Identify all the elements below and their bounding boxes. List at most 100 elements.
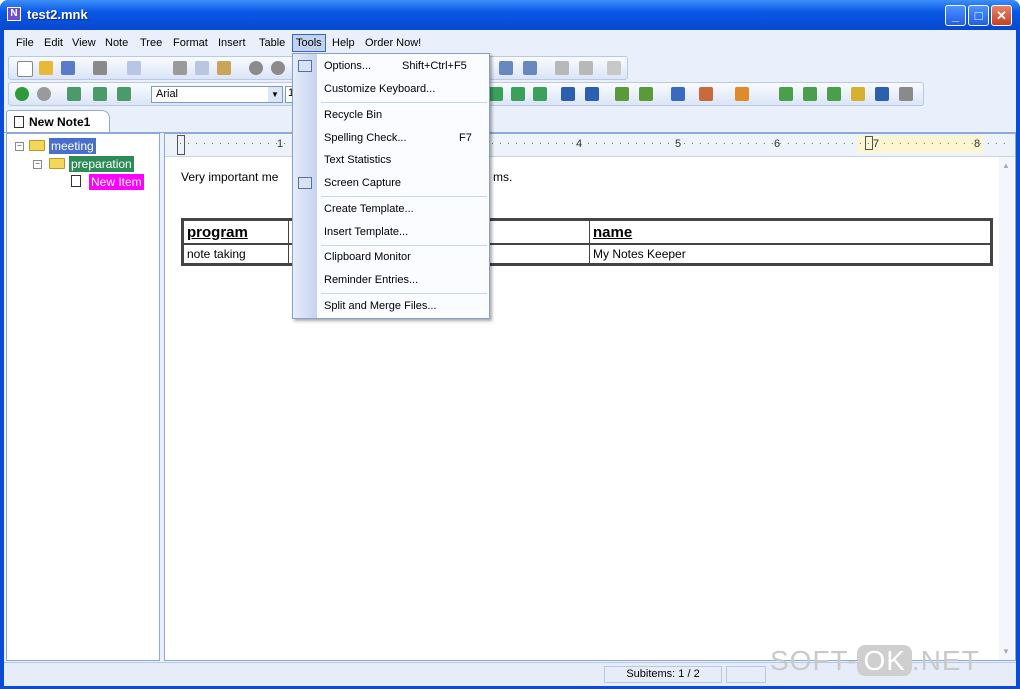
menu-item-clipboard-monitor[interactable]: Clipboard Monitor: [324, 251, 411, 263]
ruler-number: 8: [974, 138, 981, 150]
title-bar[interactable]: N test2.mnk _ □ ✕: [0, 0, 1020, 30]
collapse-icon[interactable]: −: [15, 142, 24, 151]
menu-edit[interactable]: Edit: [41, 34, 66, 52]
close-button[interactable]: ✕: [991, 5, 1012, 26]
node-sort-icon[interactable]: [851, 87, 865, 101]
save-icon[interactable]: [61, 61, 75, 75]
tree-icon[interactable]: [523, 61, 537, 75]
tree-node-new-item[interactable]: New Item: [89, 174, 144, 190]
scroll-up-icon[interactable]: ▲: [1001, 161, 1011, 170]
ruler-number: 6: [774, 138, 781, 150]
forward-icon[interactable]: [37, 87, 51, 101]
menu-item-create-template[interactable]: Create Template...: [324, 203, 414, 215]
tree-node-preparation[interactable]: preparation: [69, 156, 134, 172]
menu-help[interactable]: Help: [329, 34, 358, 52]
bullets-icon[interactable]: [561, 87, 575, 101]
align-right-icon[interactable]: [533, 87, 547, 101]
properties-icon[interactable]: [899, 87, 913, 101]
menu-separator: [321, 196, 487, 197]
node-down-icon[interactable]: [827, 87, 841, 101]
menu-separator: [321, 102, 487, 103]
numbering-icon[interactable]: [585, 87, 599, 101]
node-up-icon[interactable]: [803, 87, 817, 101]
menu-item-screen-capture[interactable]: Screen Capture: [324, 177, 401, 189]
menu-item-text-statistics[interactable]: Text Statistics: [324, 154, 391, 166]
align-left-icon[interactable]: [489, 87, 503, 101]
menu-note[interactable]: Note: [102, 34, 131, 52]
font-dialog-icon[interactable]: [671, 87, 685, 101]
copy-icon[interactable]: [195, 61, 209, 75]
chart-icon[interactable]: [579, 61, 593, 75]
undo-icon[interactable]: [249, 61, 263, 75]
watermark-text: SOFT-: [770, 645, 858, 676]
maximize-button[interactable]: □: [968, 5, 989, 26]
cut-icon[interactable]: [173, 61, 187, 75]
collapse-icon[interactable]: −: [33, 160, 42, 169]
tab-new-note1[interactable]: New Note1: [6, 110, 110, 132]
watermark-ok: OK: [857, 645, 912, 676]
menu-item-reminder-entries[interactable]: Reminder Entries...: [324, 274, 418, 286]
menu-item-insert-template[interactable]: Insert Template...: [324, 226, 408, 238]
spell-status-icon[interactable]: [726, 666, 766, 683]
menu-item-spelling-check[interactable]: Spelling Check...: [324, 132, 407, 144]
minimize-button[interactable]: _: [945, 5, 966, 26]
menu-separator: [321, 245, 487, 246]
add-child-icon[interactable]: [93, 87, 107, 101]
menu-item-customize-keyboard[interactable]: Customize Keyboard...: [324, 83, 435, 95]
table-header-cell[interactable]: program: [183, 220, 289, 244]
client-area: File Edit View Note Tree Format Insert T…: [4, 30, 1016, 686]
note-tabs: New Note1: [4, 110, 1016, 133]
vertical-scrollbar[interactable]: ▲ ▼: [999, 157, 1014, 660]
grid-icon[interactable]: [607, 61, 621, 75]
new-icon[interactable]: [17, 61, 33, 77]
chevron-down-icon: ▼: [268, 87, 282, 102]
font-color-icon[interactable]: [735, 87, 749, 101]
watermark-logo: SOFT- OK .NET: [770, 645, 980, 677]
add-node-icon[interactable]: [67, 87, 81, 101]
scroll-down-icon[interactable]: ▼: [1001, 647, 1011, 656]
back-icon[interactable]: [15, 87, 29, 101]
right-indent-marker[interactable]: [865, 136, 873, 150]
note-icon: [71, 175, 81, 187]
print-icon[interactable]: [93, 61, 107, 75]
app-icon: N: [7, 7, 21, 21]
left-indent-marker[interactable]: [177, 135, 185, 155]
folder-icon: [29, 140, 45, 151]
menu-table[interactable]: Table: [256, 34, 288, 52]
delete-node-icon[interactable]: [117, 87, 131, 101]
menu-separator: [321, 293, 487, 294]
ruler-number: 4: [576, 138, 583, 150]
table-cell[interactable]: note taking: [183, 244, 289, 264]
outdent-icon[interactable]: [615, 87, 629, 101]
align-icon[interactable]: [499, 61, 513, 75]
menu-tools[interactable]: Tools: [292, 34, 326, 52]
menu-file[interactable]: File: [13, 34, 37, 52]
indent-more-icon[interactable]: [639, 87, 653, 101]
font-name-select[interactable]: Arial ▼: [151, 86, 283, 103]
menu-tree[interactable]: Tree: [137, 34, 165, 52]
redo-icon[interactable]: [271, 61, 285, 75]
menu-view[interactable]: View: [69, 34, 99, 52]
indent-icon[interactable]: [555, 61, 569, 75]
menu-item-split-merge[interactable]: Split and Merge Files...: [324, 300, 437, 312]
tab-label: New Note1: [29, 115, 91, 129]
options-icon: [298, 60, 312, 72]
note-text-end: ms.: [493, 170, 513, 184]
highlight-icon[interactable]: [699, 87, 713, 101]
tools-menu: Options... Shift+Ctrl+F5 Customize Keybo…: [292, 53, 490, 319]
menu-insert[interactable]: Insert: [215, 34, 249, 52]
window-title: test2.mnk: [27, 7, 88, 22]
paste-icon[interactable]: [217, 61, 231, 75]
menu-item-recycle-bin[interactable]: Recycle Bin: [324, 109, 382, 121]
menu-format[interactable]: Format: [170, 34, 211, 52]
align-center-icon[interactable]: [511, 87, 525, 101]
table-header-cell[interactable]: name: [589, 220, 991, 244]
export-icon[interactable]: [127, 61, 141, 75]
node-move-icon[interactable]: [779, 87, 793, 101]
menu-item-options[interactable]: Options...: [324, 60, 371, 72]
tree-node-meeting[interactable]: meeting: [49, 138, 96, 154]
menu-order-now[interactable]: Order Now!: [362, 34, 424, 52]
list-icon[interactable]: [875, 87, 889, 101]
open-icon[interactable]: [39, 61, 53, 75]
table-cell[interactable]: My Notes Keeper: [589, 244, 991, 264]
